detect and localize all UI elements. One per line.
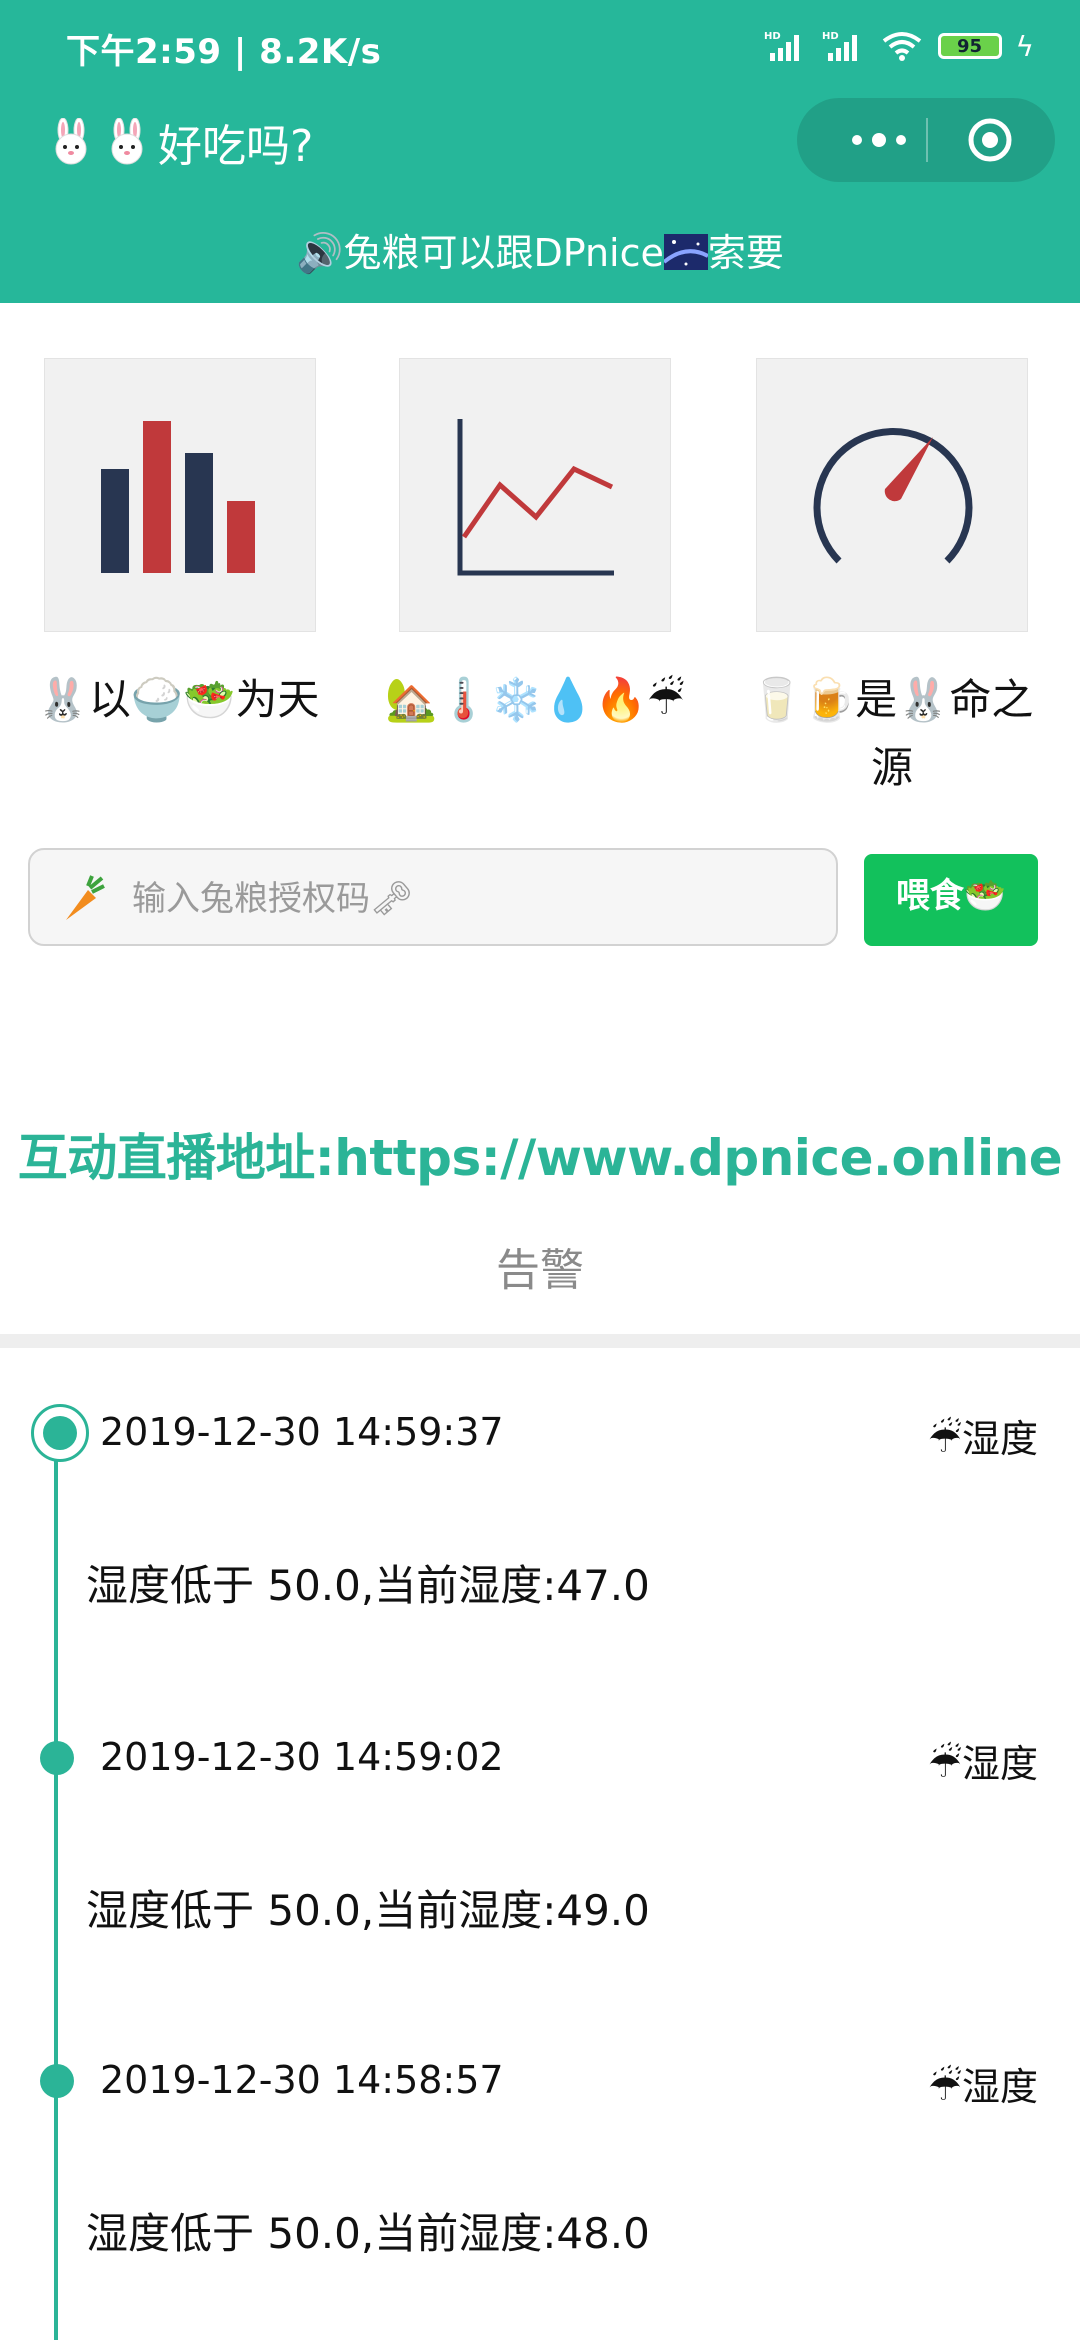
status-time: 下午2:59 | 8.2K/s: [66, 32, 382, 72]
alert-type: ☔湿度: [927, 1742, 1038, 1786]
charging-icon: ϟ: [1015, 29, 1034, 63]
tile-label-environment: 🏡🌡️❄️💧🔥☔: [385, 675, 685, 724]
galaxy-icon: [662, 234, 709, 270]
alert-type: ☔湿度: [927, 1417, 1038, 1461]
battery-indicator: 95: [937, 33, 1002, 59]
rabbit-icon: [55, 118, 87, 165]
page-title-text: 好吃吗?: [158, 121, 314, 172]
feed-code-input[interactable]: [130, 860, 824, 938]
page-title: 好吃吗?: [46, 110, 313, 174]
timeline-dot: [40, 2064, 74, 2098]
alerts-title: 告警: [496, 1245, 584, 1296]
feed-button[interactable]: 喂食🥗: [864, 854, 1038, 946]
alert-message: 湿度低于 50.0,当前湿度:48.0: [86, 2209, 650, 2258]
announcement: 🔊兔粮可以跟DPnice 索要: [0, 222, 1080, 277]
speaker-icon: 🔊: [296, 231, 344, 275]
section-divider: [0, 1334, 1080, 1348]
svg-text:HD: HD: [764, 31, 781, 42]
rabbit-icon-2: [111, 118, 143, 165]
wifi-icon: [882, 32, 921, 61]
alert-message: 湿度低于 50.0,当前湿度:49.0: [86, 1886, 650, 1935]
alert-time: 2019-12-30 14:59:37: [100, 1410, 504, 1454]
feed-code-field: [28, 848, 838, 946]
live-stream-link[interactable]: 互动直播地址:https://www.dpnice.online: [0, 1118, 1080, 1190]
alert-type: ☔湿度: [927, 2065, 1038, 2109]
timeline-dot: [40, 1741, 74, 1775]
app-header: 下午2:59 | 8.2K/s HD HD 95 ϟ 好吃吗? 🔊兔粮可以跟DP…: [0, 0, 1080, 303]
close-target-icon[interactable]: [967, 117, 1013, 163]
announcement-text: 兔粮可以跟DPnice: [343, 231, 664, 275]
svg-text:HD: HD: [822, 31, 839, 42]
line-chart-icon: [457, 419, 614, 576]
capsule-divider: [926, 118, 928, 162]
miniprogram-capsule: [797, 98, 1055, 182]
timeline-dot: [43, 1416, 77, 1450]
bar-chart-icon: [101, 421, 255, 573]
alert-time: 2019-12-30 14:59:02: [100, 1735, 504, 1779]
more-menu-button[interactable]: [833, 118, 925, 162]
alert-time: 2019-12-30 14:58:57: [100, 2058, 504, 2102]
tile-label-food: 🐰以🍚🥗为天: [36, 675, 320, 724]
gauge-icon: [813, 428, 973, 564]
line-chart-tile[interactable]: [399, 358, 671, 632]
timeline-line: [54, 1430, 58, 2340]
carrot-icon: [66, 875, 105, 920]
signal-icon-2: HD: [822, 31, 857, 61]
alert-message: 湿度低于 50.0,当前湿度:47.0: [86, 1561, 650, 1610]
signal-icon: HD: [764, 31, 799, 61]
tile-label-water: 🥛🍺是🐰命之源: [750, 675, 1034, 792]
announcement-suffix: 索要: [707, 231, 784, 275]
status-icons: HD HD 95 ϟ: [764, 26, 1034, 66]
gauge-tile[interactable]: [756, 358, 1028, 632]
bar-chart-tile[interactable]: [44, 358, 316, 632]
